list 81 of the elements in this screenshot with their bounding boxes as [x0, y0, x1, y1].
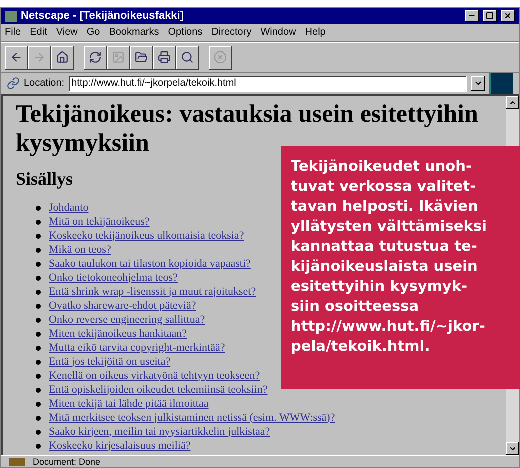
bullet-icon — [36, 234, 41, 238]
toc-link[interactable]: Entä jos tekijöitä on useita? — [49, 356, 171, 368]
house-icon — [56, 51, 69, 64]
location-field[interactable]: http://www.hut.fi/~jkorpela/tekoik.html — [68, 76, 467, 92]
image-icon — [112, 51, 125, 64]
bullet-icon — [36, 206, 41, 210]
close-button[interactable] — [501, 10, 515, 22]
toc-link[interactable]: Mitä merkitsee teoksen julkistaminen netissä (esim. WWW:ssä)? — [49, 412, 336, 424]
toc-link[interactable]: Kenellä on oikeus virkatyönä tehtyyn teokseen? — [49, 370, 260, 382]
toc-link[interactable]: Koskeeko tekijänoikeus ulkomaisia teoksia? — [49, 230, 244, 242]
bullet-icon — [36, 220, 41, 224]
printer-icon — [158, 51, 171, 64]
folder-icon — [135, 51, 148, 64]
close-icon — [504, 12, 512, 20]
bullet-icon — [36, 248, 41, 252]
toc-link[interactable]: Mikä on teos? — [49, 244, 112, 256]
bullet-icon — [36, 318, 41, 322]
reload-icon — [89, 51, 102, 64]
dropdown-button[interactable] — [471, 76, 485, 91]
app-icon — [5, 10, 17, 22]
toc-link[interactable]: Entä shrink wrap -lisenssit ja muut rajoitukset? — [49, 286, 256, 298]
scroll-down-button[interactable] — [506, 442, 519, 455]
toc-link[interactable]: Onko reverse engineering sallittua? — [49, 314, 206, 326]
up-caret-icon — [508, 98, 516, 106]
bullet-icon — [36, 416, 41, 420]
link-icon — [7, 77, 20, 90]
toc-link[interactable]: Saako taulukon tai tilaston kopioida vapaasti? — [49, 258, 251, 270]
menu-item[interactable]: View — [56, 25, 78, 40]
maximize-icon — [486, 12, 494, 20]
page-heading: Tekijänoikeus: vastauksia usein esitettyihin kysymyksiin — [16, 100, 480, 158]
toc-link[interactable]: Onko tietokoneohjelma teos? — [49, 272, 178, 284]
toc-link[interactable]: Miten tekijä tai lähde pitää ilmoittaa — [49, 398, 209, 410]
right-arrow-icon — [33, 51, 46, 64]
toc-link[interactable]: Miten tekijänoikeus hankitaan? — [49, 328, 188, 340]
toc-link[interactable]: Entä opiskelijoiden oikeudet tekemiinsä teoksiin? — [49, 384, 268, 396]
left-arrow-icon — [10, 51, 23, 64]
menu-item[interactable]: Directory — [212, 25, 252, 40]
bullet-icon — [36, 290, 41, 294]
caption-text: Tekijänoikeudet unoh- tuvat verkossa valitet- tavan helposti. Ikävien yllätysten välttämiseksi kannattaa tutustua te- kijänoikeuslaista usein esitettyihin kysymyk- siin osoitteessa http://www.hut.fi/~jkor- pela/tekoik.html. — [291, 158, 488, 357]
stop-icon — [214, 51, 227, 64]
toc-link[interactable]: Koskeeko kirjesalaisuus meiliä? — [49, 440, 191, 452]
toolbar-button[interactable] — [51, 46, 74, 70]
minimize-button[interactable] — [465, 10, 479, 22]
menu-item[interactable]: Options — [168, 25, 203, 40]
menu-item[interactable]: Help — [305, 25, 326, 40]
bullet-icon — [36, 360, 41, 364]
menu-item[interactable]: Bookmarks — [109, 25, 160, 40]
toolbar-button[interactable] — [153, 46, 176, 70]
bullet-icon — [36, 346, 41, 350]
toc-link[interactable]: Ovatko shareware-ehdot päteviä? — [49, 300, 196, 312]
scroll-up-button[interactable] — [506, 96, 519, 109]
search-icon — [181, 51, 194, 64]
toolbar-button[interactable] — [5, 46, 28, 70]
bullet-icon — [36, 430, 41, 434]
caret-icon — [474, 79, 482, 88]
menu-item[interactable]: Edit — [30, 25, 48, 40]
toc-link[interactable]: Mutta eikö tarvita copyright-merkintää? — [49, 342, 226, 354]
toolbar-button[interactable] — [84, 46, 107, 70]
bullet-icon — [36, 374, 41, 378]
bullet-icon — [36, 444, 41, 448]
toc-link[interactable]: Saako kirjeen, meilin tai nyysiartikkelin julkistaa? — [49, 426, 270, 438]
section-heading: Sisällys — [16, 168, 74, 191]
logo-drawing — [489, 72, 513, 94]
bullet-icon — [36, 388, 41, 392]
bullet-icon — [36, 332, 41, 336]
menu-item[interactable]: Window — [260, 25, 296, 40]
bullet-icon — [36, 304, 41, 308]
menu-item[interactable]: File — [5, 25, 22, 40]
window-title: Netscape - [Tekijänoikeusfakki] — [21, 8, 184, 24]
toc-link[interactable]: Mitä on tekijänoikeus? — [49, 216, 150, 228]
maximize-button[interactable] — [483, 10, 497, 22]
bullet-icon — [36, 402, 41, 406]
status-text: Document: Done — [33, 456, 101, 466]
menu-item[interactable]: Go — [86, 25, 100, 40]
down-caret-icon — [508, 444, 516, 452]
toolbar-button[interactable] — [176, 46, 199, 70]
bullet-icon — [36, 276, 41, 280]
location-label: Location: — [24, 77, 65, 91]
toc-link[interactable]: Johdanto — [49, 202, 89, 214]
bullet-icon — [36, 262, 41, 266]
toolbar-button[interactable] — [130, 46, 153, 70]
